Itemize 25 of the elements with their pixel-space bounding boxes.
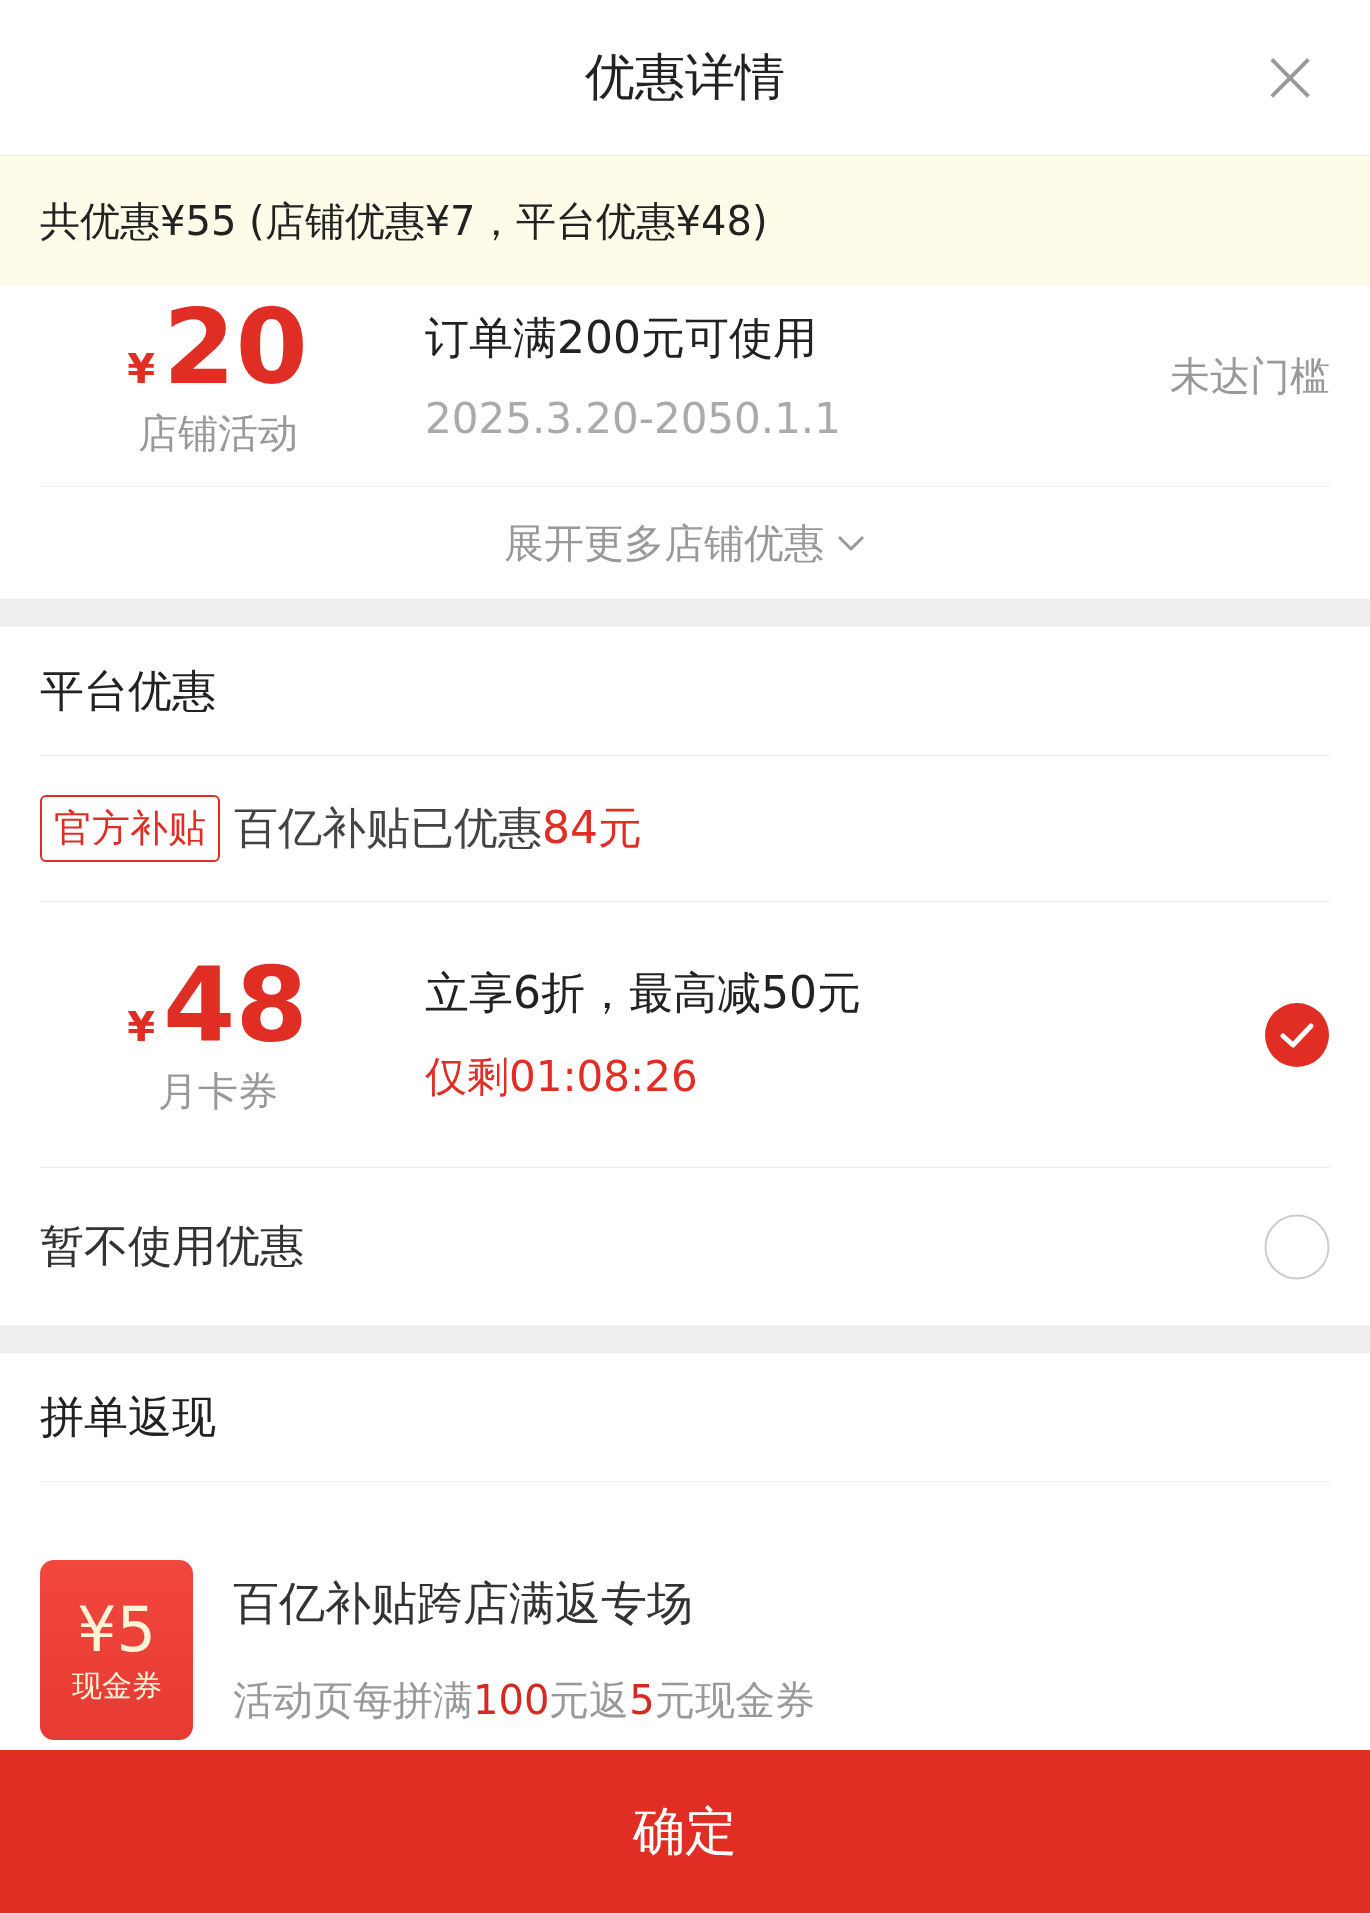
section-title: 拼单返现 xyxy=(40,1389,216,1444)
no-discount-option: 暂不使用优惠 xyxy=(40,1217,304,1276)
cash-coupon-badge: ¥5 现金券 xyxy=(40,1560,193,1740)
chevron-down-icon xyxy=(836,534,866,552)
subsidy-tag: 官方补贴 xyxy=(40,795,220,862)
section-title: 平台优惠 xyxy=(40,663,216,718)
checked-radio[interactable] xyxy=(1264,1001,1330,1068)
validity-date: 2025.3.20-2050.1.1 xyxy=(425,394,842,443)
coupon-type: 月卡券 xyxy=(157,1067,278,1116)
campaign-title: 百亿补贴跨店满返专场 xyxy=(233,1574,694,1632)
coupon-amount: ¥20 xyxy=(127,291,308,402)
close-button[interactable]: × xyxy=(1250,38,1330,114)
coupon-amount: ¥48 xyxy=(127,950,308,1060)
coupon-type: 店铺活动 xyxy=(137,408,298,458)
subsidy-text: 百亿补贴已优惠84元 xyxy=(234,801,642,855)
confirm-button[interactable]: 确定 xyxy=(0,1750,1370,1913)
discount-summary: 共优惠¥55 (店铺优惠¥7，平台优惠¥48) xyxy=(40,196,768,246)
campaign-description: 活动页每拼满100元返5元现金券 xyxy=(233,1675,815,1725)
countdown-text: 仅剩01:08:26 xyxy=(425,1051,699,1103)
coupon-status: 未达门槛 xyxy=(1170,351,1330,401)
radio-button[interactable] xyxy=(1264,1213,1330,1280)
sheet-title: 优惠详情 xyxy=(585,47,785,108)
coupon-condition: 订单满200元可使用 xyxy=(425,311,818,365)
expand-more-link[interactable]: 展开更多店铺优惠 xyxy=(504,515,866,571)
coupon-condition: 立享6折，最高减50元 xyxy=(425,966,862,1020)
